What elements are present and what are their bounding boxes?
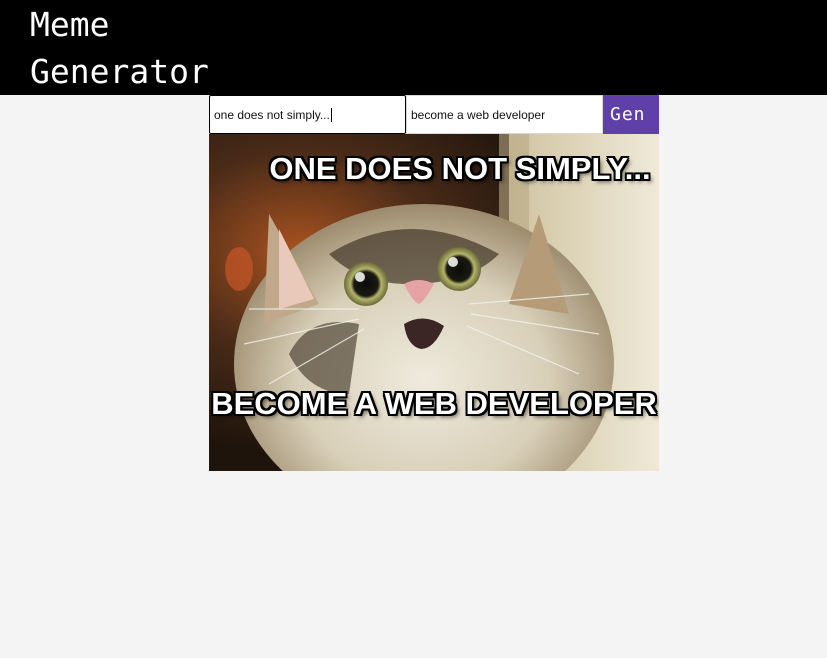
meme-form: one does not simply... become a web deve… [209,95,659,134]
app-title: Meme Generator [30,5,209,91]
top-text-value: one does not simply... [214,108,330,122]
bottom-text-input[interactable]: become a web developer [406,95,603,134]
top-text-input[interactable]: one does not simply... [209,95,406,134]
bottom-text-value: become a web developer [411,108,546,122]
app-header: Meme Generator [0,0,827,95]
generate-button[interactable]: Gen [603,95,659,134]
text-caret [330,108,332,122]
top-caption: ONE DOES NOT SIMPLY... [269,151,651,186]
meme-image: ONE DOES NOT SIMPLY... BECOME A WEB DEVE… [209,134,659,471]
bottom-caption: BECOME A WEB DEVELOPER [211,386,657,421]
